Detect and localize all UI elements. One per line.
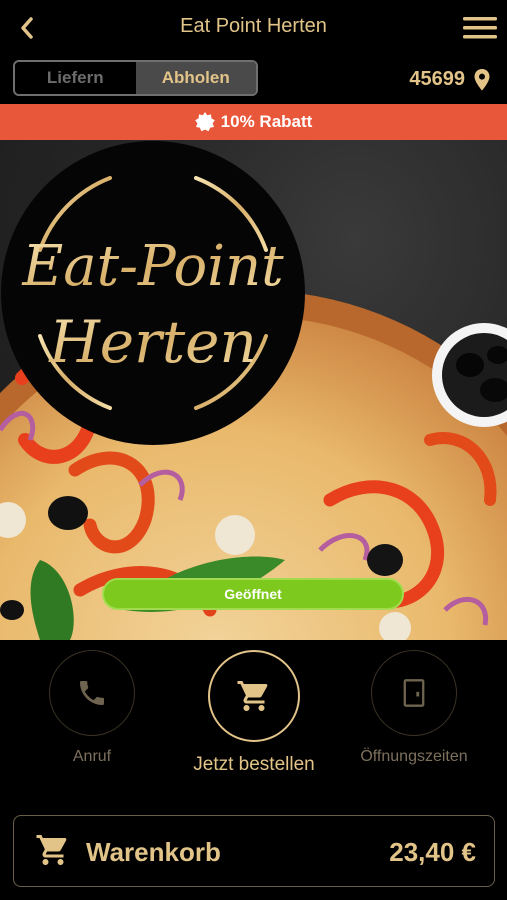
order-now-action[interactable]: Jetzt bestellen [190, 650, 318, 776]
location-pin-icon [474, 69, 490, 91]
order-now-button[interactable] [208, 650, 300, 742]
cart-label: Warenkorb [86, 837, 221, 867]
discount-banner: 10% Rabatt [0, 104, 507, 140]
cart-total: 23,40 € [389, 837, 476, 867]
order-mode-bar: Liefern Abholen 45699 [0, 56, 507, 104]
toggle-option-liefern[interactable]: Liefern [15, 62, 136, 94]
opening-hours-label: Öffnungszeiten [360, 748, 468, 765]
order-now-label: Jetzt bestellen [193, 754, 315, 775]
location-button[interactable] [473, 68, 491, 92]
logo-line-2: Herten [48, 308, 257, 376]
opening-hours-button[interactable] [371, 650, 457, 736]
hamburger-menu-icon [463, 17, 497, 39]
opening-hours-action[interactable]: Öffnungszeiten [356, 650, 472, 766]
phone-icon [80, 681, 104, 705]
action-buttons: Anruf Jetzt bestellen Öffnungszeiten [0, 640, 507, 810]
menu-button[interactable] [463, 15, 497, 41]
postal-code[interactable]: 45699 [409, 68, 465, 91]
logo-line-1: Eat-Point [21, 234, 284, 299]
badge-icon [194, 112, 215, 132]
shopping-cart-icon [237, 681, 268, 711]
toggle-option-abholen[interactable]: Abholen [135, 62, 256, 94]
restaurant-logo: Eat-Point Herten [1, 141, 305, 445]
app-header: Eat Point Herten [0, 0, 507, 56]
restaurant-hero: Eat-Point Herten Geöffnet [0, 140, 507, 640]
discount-text: 10% Rabatt [220, 112, 313, 131]
door-icon [403, 679, 425, 707]
shopping-cart-icon [36, 835, 67, 865]
cart-bar[interactable]: Warenkorb 23,40 € [13, 815, 495, 887]
delivery-mode-toggle: Liefern Abholen [13, 60, 258, 96]
open-status-badge: Geöffnet [102, 578, 404, 610]
page-title: Eat Point Herten [180, 15, 327, 37]
call-action[interactable]: Anruf [48, 650, 136, 766]
call-label: Anruf [72, 748, 112, 765]
call-button[interactable] [49, 650, 135, 736]
